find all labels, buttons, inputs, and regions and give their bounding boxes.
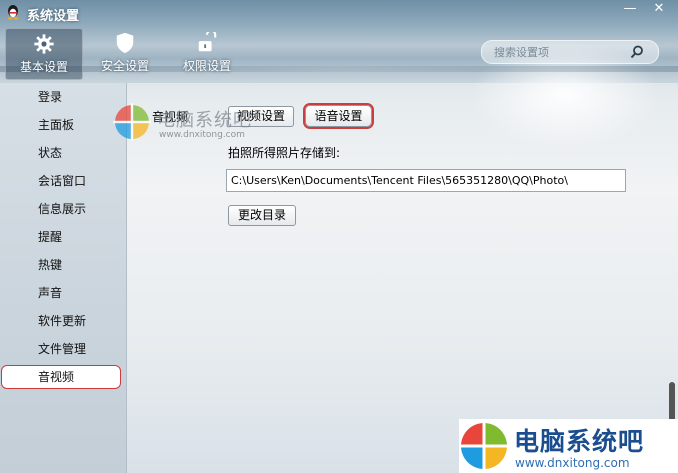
sidebar-item-hotkeys[interactable]: 热键 (0, 251, 126, 279)
sidebar-item-label: 软件更新 (38, 314, 87, 328)
watermark-badge: 电脑系统吧 www.dnxitong.com (459, 419, 678, 473)
sidebar-item-label: 声音 (38, 286, 63, 300)
sidebar-item-label: 信息展示 (38, 202, 87, 216)
watermark-overlay: 电脑系统吧 www.dnxitong.com (113, 103, 303, 147)
sidebar-item-label: 主面板 (38, 118, 75, 132)
tab-permission-settings[interactable]: 权限设置 (169, 28, 245, 78)
sidebar-item-label: 提醒 (38, 230, 63, 244)
qq-penguin-icon (7, 5, 19, 20)
sidebar-item-label: 状态 (38, 146, 63, 160)
sidebar-item-reminders[interactable]: 提醒 (0, 223, 126, 251)
watermark-badge-name: 电脑系统吧 (514, 427, 645, 456)
tab-basic-settings-label: 基本设置 (19, 60, 68, 74)
sidebar-item-software-update[interactable]: 软件更新 (0, 307, 126, 335)
gear-icon (34, 34, 54, 54)
unlock-icon (198, 32, 217, 52)
watermark-badge-url: www.dnxitong.com (515, 456, 630, 470)
window-title: 系统设置 (27, 9, 80, 24)
tab-security-settings[interactable]: 安全设置 (87, 28, 163, 78)
settings-window: 系统设置 — ✕ 基本设置 安全设置 权限设置 搜索设置项 登录 主面板 状态 … (0, 0, 678, 473)
search-box[interactable] (481, 40, 659, 64)
sidebar-item-status[interactable]: 状态 (0, 139, 126, 167)
sidebar-item-audio-video[interactable]: 音视频 (0, 365, 126, 391)
sidebar-item-label: 音视频 (38, 370, 75, 384)
watermark-url: www.dnxitong.com (159, 130, 245, 140)
sidebar-item-label: 登录 (38, 90, 63, 104)
minimize-button[interactable]: — (617, 0, 643, 18)
windows-logo-icon (113, 103, 151, 141)
sidebar-item-file-management[interactable]: 文件管理 (0, 335, 126, 363)
sidebar-item-chat-window[interactable]: 会话窗口 (0, 167, 126, 195)
sidebar-item-label: 会话窗口 (38, 174, 87, 188)
sidebar-item-audio-video-highlight: 音视频 (1, 365, 121, 389)
sidebar-item-sound[interactable]: 声音 (0, 279, 126, 307)
sidebar-item-label: 热键 (38, 258, 63, 272)
sidebar-item-login[interactable]: 登录 (0, 83, 126, 111)
search-icon[interactable] (630, 45, 644, 59)
tab-permission-settings-label: 权限设置 (182, 59, 231, 73)
search-input[interactable] (492, 43, 626, 62)
photo-path-field[interactable] (226, 169, 626, 192)
sidebar-item-label: 文件管理 (38, 342, 87, 356)
sidebar-item-info-display[interactable]: 信息展示 (0, 195, 126, 223)
tab-security-settings-label: 安全设置 (100, 59, 149, 73)
shield-icon (116, 32, 134, 54)
sidebar: 登录 主面板 状态 会话窗口 信息展示 提醒 热键 声音 软件更新 文件管理 音… (0, 83, 127, 473)
change-directory-button[interactable]: 更改目录 (228, 205, 296, 226)
watermark-name: 电脑系统吧 (157, 110, 252, 131)
close-button[interactable]: ✕ (646, 0, 672, 18)
sidebar-item-main-panel[interactable]: 主面板 (0, 111, 126, 139)
voice-settings-button[interactable]: 语音设置 (305, 105, 372, 127)
windows-logo-icon (459, 421, 509, 471)
tab-basic-settings[interactable]: 基本设置 (5, 28, 83, 80)
